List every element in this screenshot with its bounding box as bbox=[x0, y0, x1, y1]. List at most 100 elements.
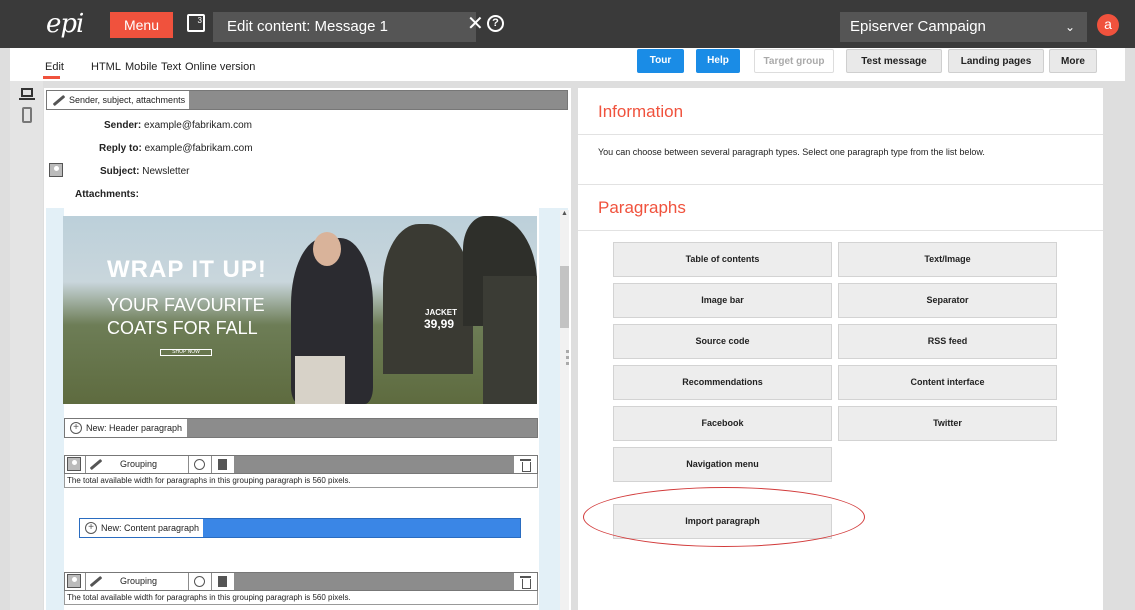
banner-cta: SHOP NOW bbox=[160, 349, 212, 356]
menu-button[interactable]: Menu bbox=[110, 12, 173, 38]
divider bbox=[578, 134, 1103, 135]
copy-segment bbox=[212, 573, 234, 590]
sender-row: Sender: example@fabrikam.com bbox=[104, 120, 252, 131]
grouping-paragraph-note: The total available width for paragraphs… bbox=[64, 591, 538, 605]
plus-icon: + bbox=[70, 422, 82, 434]
new-header-paragraph-text: New: Header paragraph bbox=[86, 423, 183, 433]
paragraph-type-content-interface[interactable]: Content interface bbox=[838, 365, 1057, 400]
trash-icon[interactable] bbox=[520, 575, 531, 589]
edit-content-title: Edit content: Message 1 bbox=[213, 12, 476, 42]
crosshair-icon[interactable] bbox=[194, 459, 205, 470]
test-message-button[interactable]: Test message bbox=[846, 49, 942, 73]
number-icon[interactable]: 3 bbox=[187, 14, 205, 32]
user-icon[interactable] bbox=[67, 457, 81, 471]
copy-segment bbox=[212, 456, 234, 473]
reply-to-row: Reply to: example@fabrikam.com bbox=[99, 143, 253, 154]
logo-icon[interactable]: epi bbox=[46, 9, 84, 39]
new-content-paragraph-text: New: Content paragraph bbox=[101, 523, 200, 533]
user-icon[interactable] bbox=[49, 163, 63, 177]
banner-model-face bbox=[313, 232, 341, 266]
banner-headline: WRAP IT UP! bbox=[107, 256, 267, 283]
paragraph-type-source-code[interactable]: Source code bbox=[613, 324, 832, 359]
sender-value[interactable]: example@fabrikam.com bbox=[144, 120, 252, 131]
more-button[interactable]: More bbox=[1049, 49, 1097, 73]
new-header-paragraph[interactable]: + New: Header paragraph bbox=[64, 418, 538, 438]
tab-edit[interactable]: Edit bbox=[45, 61, 64, 73]
paragraph-type-rss-feed[interactable]: RSS feed bbox=[838, 324, 1057, 359]
divider bbox=[578, 230, 1103, 231]
laptop-icon[interactable] bbox=[19, 88, 35, 101]
paragraphs-title: Paragraphs bbox=[598, 198, 686, 217]
subject-value[interactable]: Newsletter bbox=[142, 166, 189, 177]
user-avatar[interactable]: a bbox=[1097, 14, 1119, 36]
information-title: Information bbox=[598, 102, 684, 121]
subject-row: Subject: Newsletter bbox=[100, 166, 189, 177]
banner-image[interactable]: WRAP IT UP! YOUR FAVOURITE COATS FOR FAL… bbox=[63, 216, 537, 404]
plus-icon: + bbox=[85, 522, 97, 534]
banner-rock bbox=[483, 276, 537, 404]
reply-to-label: Reply to: bbox=[99, 143, 142, 154]
trash-segment bbox=[514, 456, 537, 473]
landing-pages-button[interactable]: Landing pages bbox=[948, 49, 1044, 73]
banner-subline-1: YOUR FAVOURITE bbox=[107, 295, 265, 315]
grouping-paragraph-note: The total available width for paragraphs… bbox=[64, 474, 538, 488]
tab-mobile[interactable]: Mobile bbox=[125, 61, 157, 73]
chevron-down-icon: ⌄ bbox=[1064, 20, 1075, 34]
new-content-paragraph-label: + New: Content paragraph bbox=[80, 519, 203, 537]
campaign-select[interactable]: Episerver Campaign ⌄ bbox=[840, 12, 1087, 42]
item-count: 3 bbox=[197, 16, 202, 25]
app-window: epi Menu 3 Edit content: Message 1 ✕ ? E… bbox=[0, 0, 1135, 610]
toolbar-row: Edit HTML Mobile Text Online version Tou… bbox=[10, 48, 1125, 81]
new-content-paragraph[interactable]: + New: Content paragraph bbox=[79, 518, 521, 538]
sender-section-label: Sender, subject, attachments bbox=[47, 91, 189, 109]
copy-icon[interactable] bbox=[218, 459, 227, 470]
target-group-button[interactable]: Target group bbox=[754, 49, 834, 73]
mobile-icon[interactable] bbox=[22, 107, 32, 123]
attachments-row: Attachments: bbox=[75, 189, 139, 200]
paragraph-type-facebook[interactable]: Facebook bbox=[613, 406, 832, 441]
grouping-paragraph-bar[interactable]: Grouping paragraph bbox=[64, 572, 538, 603]
banner-price: 39,99 bbox=[424, 317, 455, 331]
crosshair-segment bbox=[189, 456, 211, 473]
new-header-paragraph-label: + New: Header paragraph bbox=[65, 419, 187, 437]
campaign-select-value: Episerver Campaign bbox=[850, 18, 986, 35]
device-strip bbox=[10, 81, 43, 610]
panel-splitter[interactable] bbox=[566, 350, 570, 374]
paragraph-type-image-bar[interactable]: Image bar bbox=[613, 283, 832, 318]
help-button[interactable]: Help bbox=[696, 49, 740, 73]
sender-section-label-text: Sender, subject, attachments bbox=[69, 95, 186, 105]
tour-button[interactable]: Tour bbox=[637, 49, 684, 73]
help-icon[interactable]: ? bbox=[487, 15, 504, 32]
crosshair-icon[interactable] bbox=[194, 576, 205, 587]
reply-to-value[interactable]: example@fabrikam.com bbox=[145, 143, 253, 154]
trash-icon[interactable] bbox=[520, 458, 531, 472]
user-icon[interactable] bbox=[67, 574, 81, 588]
trash-segment bbox=[514, 573, 537, 590]
tab-text[interactable]: Text bbox=[161, 61, 181, 73]
paragraph-type-table-of-contents[interactable]: Table of contents bbox=[613, 242, 832, 277]
paragraph-type-text-image[interactable]: Text/Image bbox=[838, 242, 1057, 277]
scroll-thumb[interactable] bbox=[560, 266, 569, 328]
user-icon-segment bbox=[65, 456, 85, 473]
tab-online-version[interactable]: Online version bbox=[185, 61, 255, 73]
tab-html[interactable]: HTML bbox=[91, 61, 121, 73]
copy-icon[interactable] bbox=[218, 576, 227, 587]
close-icon[interactable]: ✕ bbox=[467, 14, 484, 34]
highlight-annotation bbox=[583, 487, 865, 547]
top-bar: epi Menu 3 Edit content: Message 1 ✕ ? E… bbox=[0, 0, 1135, 48]
paragraph-picker: Information You can choose between sever… bbox=[578, 88, 1103, 610]
sender-label: Sender: bbox=[104, 120, 142, 131]
sender-section-header[interactable]: Sender, subject, attachments bbox=[46, 90, 568, 110]
banner-subline: YOUR FAVOURITE COATS FOR FALL bbox=[107, 294, 265, 340]
scrollbar[interactable]: ▲ bbox=[560, 210, 569, 610]
tab-edit-indicator bbox=[43, 76, 60, 79]
pencil-icon[interactable] bbox=[89, 575, 103, 588]
grouping-paragraph-bar[interactable]: Grouping paragraph bbox=[64, 455, 538, 486]
paragraph-type-separator[interactable]: Separator bbox=[838, 283, 1057, 318]
scroll-up-icon[interactable]: ▲ bbox=[561, 210, 568, 217]
grouping-label-segment: Grouping paragraph bbox=[86, 573, 188, 603]
paragraph-type-twitter[interactable]: Twitter bbox=[838, 406, 1057, 441]
pencil-icon[interactable] bbox=[89, 458, 103, 471]
paragraph-type-navigation-menu[interactable]: Navigation menu bbox=[613, 447, 832, 482]
paragraph-type-recommendations[interactable]: Recommendations bbox=[613, 365, 832, 400]
